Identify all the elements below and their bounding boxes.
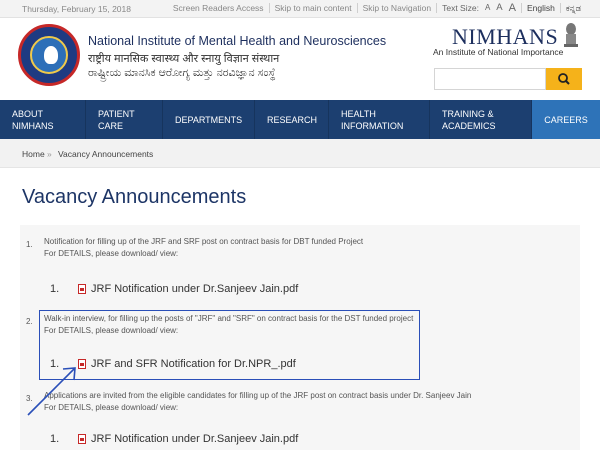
annotation-arrow-icon — [27, 367, 76, 416]
